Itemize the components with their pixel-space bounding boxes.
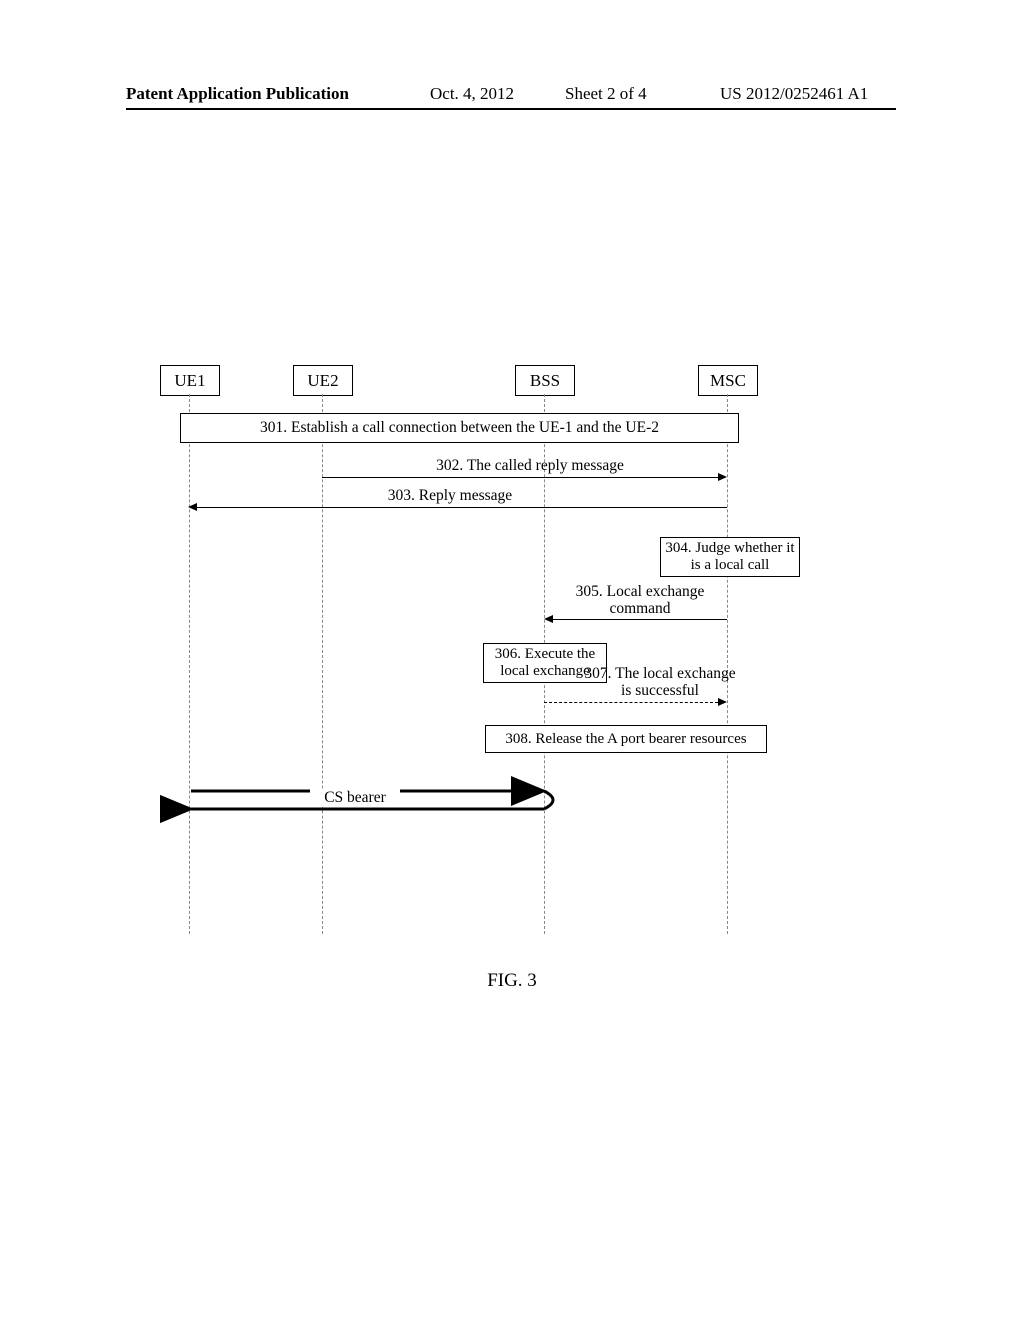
arrowhead-303	[188, 503, 197, 511]
step-301-label: 301. Establish a call connection between…	[260, 419, 659, 437]
step-304-label: 304. Judge whether it is a local call	[661, 540, 799, 575]
header-pubno: US 2012/0252461 A1	[720, 84, 868, 104]
arrow-307	[544, 702, 718, 703]
arrowhead-302	[718, 473, 727, 481]
lifeline-ue1	[189, 394, 190, 934]
arrowhead-307	[718, 698, 727, 706]
figure-caption: FIG. 3	[0, 970, 1024, 992]
header-date: Oct. 4, 2012	[430, 84, 514, 104]
step-303-label: 303. Reply message	[350, 487, 550, 505]
page: Patent Application Publication Oct. 4, 2…	[0, 0, 1024, 1320]
lifeline-msc	[727, 394, 728, 934]
step-308-label: 308. Release the A port bearer resources	[505, 731, 746, 748]
header-sheet: Sheet 2 of 4	[565, 84, 647, 104]
step-304-box: 304. Judge whether it is a local call	[660, 537, 800, 577]
step-308-box: 308. Release the A port bearer resources	[485, 725, 767, 753]
arrowhead-305	[544, 615, 553, 623]
sequence-diagram: UE1 UE2 BSS MSC 301. Establish a call co…	[160, 365, 880, 925]
actor-ue1: UE1	[160, 365, 220, 396]
arrow-305	[553, 619, 727, 620]
arrow-303	[197, 507, 727, 508]
step-301-box: 301. Establish a call connection between…	[180, 413, 739, 443]
header-publication: Patent Application Publication	[126, 84, 349, 104]
cs-bearer-label: CS bearer	[310, 789, 400, 807]
actor-msc: MSC	[698, 365, 758, 396]
actor-bss: BSS	[515, 365, 575, 396]
header-rule	[126, 108, 896, 110]
step-302-label: 302. The called reply message	[400, 457, 660, 475]
arrow-302	[322, 477, 719, 478]
step-305-label: 305. Local exchange command	[560, 583, 720, 617]
step-307-label: 307. The local exchange is successful	[580, 665, 740, 699]
actor-ue2: UE2	[293, 365, 353, 396]
lifeline-ue2	[322, 394, 323, 934]
